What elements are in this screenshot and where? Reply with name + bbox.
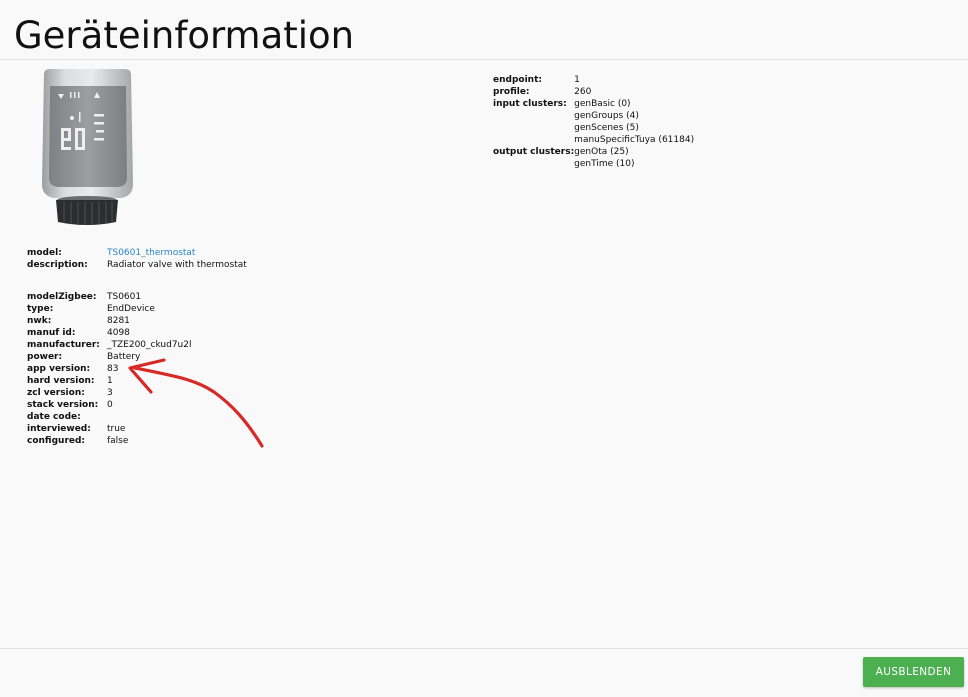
detail-label: configured: [27, 436, 86, 446]
detail-label: manuf id: [27, 328, 76, 338]
footer-divider [0, 648, 968, 649]
detail-row: app version: 83 [27, 363, 192, 375]
detail-value: 3 [107, 388, 113, 398]
input-cluster-item: genGroups (4) [574, 111, 639, 121]
device-image [42, 69, 133, 225]
detail-row: date code: [27, 411, 192, 423]
input-cluster-item: genBasic (0) [574, 99, 631, 109]
detail-value [107, 411, 192, 423]
detail-value: true [107, 424, 126, 434]
detail-row: zcl version: 3 [27, 387, 192, 399]
endpoint-label: endpoint: [493, 75, 542, 85]
detail-value: EndDevice [107, 304, 155, 314]
profile-value: 260 [574, 87, 592, 97]
input-clusters-row: genGroups (4) [493, 110, 694, 122]
detail-value: TS0601 [107, 292, 142, 302]
description-value: Radiator valve with thermostat [107, 260, 247, 270]
output-cluster-item: genTime (10) [574, 159, 635, 169]
title-divider [0, 59, 968, 60]
detail-row: type: EndDevice [27, 303, 192, 315]
profile-label: profile: [493, 87, 530, 97]
model-label: model: [27, 248, 62, 258]
input-clusters-row: genScenes (5) [493, 122, 694, 134]
detail-label: nwk: [27, 316, 52, 326]
input-clusters-row: manuSpecificTuya (61184) [493, 134, 694, 146]
device-details: modelZigbee: TS0601 type: EndDevice nwk: 82… [27, 291, 192, 447]
endpoint-value: 1 [574, 75, 580, 85]
output-clusters-label: output clusters: [493, 147, 575, 157]
output-clusters-row: genTime (10) [493, 158, 694, 170]
detail-row: manuf id: 4098 [27, 327, 192, 339]
dialog-title: Geräteinformation [14, 14, 355, 57]
detail-label: type: [27, 304, 54, 314]
input-clusters-row: input clusters: genBasic (0) [493, 98, 694, 110]
output-cluster-item: genOta (25) [574, 147, 629, 157]
detail-row: stack version: 0 [27, 399, 192, 411]
description-row: description: Radiator valve with thermos… [27, 259, 247, 271]
detail-label: stack version: [27, 400, 99, 410]
detail-row: hard version: 1 [27, 375, 192, 387]
detail-row: modelZigbee: TS0601 [27, 291, 192, 303]
endpoint-info: endpoint: 1 profile: 260 input clusters:… [493, 74, 694, 170]
model-row: model: TS0601_thermostat [27, 247, 247, 259]
detail-label: power: [27, 352, 63, 362]
detail-label: date code: [27, 412, 81, 422]
detail-label: app version: [27, 364, 91, 374]
detail-value: Battery [107, 352, 141, 362]
detail-row: power: Battery [27, 351, 192, 363]
detail-label: interviewed: [27, 424, 91, 434]
detail-label: zcl version: [27, 388, 85, 398]
endpoint-row: endpoint: 1 [493, 74, 694, 86]
model-link[interactable]: TS0601_thermostat [107, 248, 195, 258]
detail-value: 1 [107, 376, 113, 386]
description-label: description: [27, 260, 88, 270]
output-clusters-row: output clusters: genOta (25) [493, 146, 694, 158]
profile-row: profile: 260 [493, 86, 694, 98]
detail-label: hard version: [27, 376, 95, 386]
input-cluster-item: manuSpecificTuya (61184) [574, 135, 695, 145]
detail-value: 0 [107, 400, 113, 410]
detail-row: configured: false [27, 435, 192, 447]
detail-value: 8281 [107, 316, 130, 326]
input-clusters-label: input clusters: [493, 99, 567, 109]
detail-row: manufacturer: _TZE200_ckud7u2l [27, 339, 192, 351]
detail-label: modelZigbee: [27, 292, 97, 302]
app-version-value: 83 [107, 364, 119, 374]
input-cluster-item: genScenes (5) [574, 123, 639, 133]
detail-value: false [107, 436, 129, 446]
detail-label: manufacturer: [27, 340, 100, 350]
detail-row: interviewed: true [27, 423, 192, 435]
detail-value: 4098 [107, 328, 130, 338]
detail-value: _TZE200_ckud7u2l [107, 340, 192, 350]
detail-row: nwk: 8281 [27, 315, 192, 327]
device-summary: model: TS0601_thermostat description: Ra… [27, 247, 247, 271]
hide-button[interactable]: AUSBLENDEN [863, 657, 964, 687]
